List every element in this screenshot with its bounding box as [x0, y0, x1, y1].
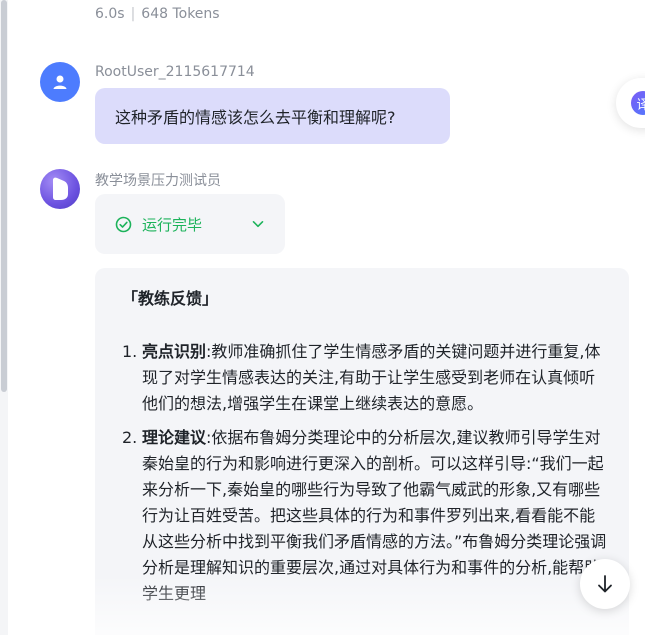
- bot-avatar: [40, 169, 80, 209]
- user-message-text: 这种矛盾的情感该怎么去平衡和理解呢?: [115, 108, 396, 127]
- feedback-list: 1. 亮点识别:教师准确抓住了学生情感矛盾的关键问题并进行重复,体现了对学生情感…: [122, 339, 607, 607]
- duration-text: 6.0s: [95, 6, 125, 22]
- run-status-dropdown[interactable]: 运行完毕: [95, 194, 285, 254]
- feedback-title: 「教练反馈」: [122, 289, 219, 308]
- feedback-item: 1. 亮点识别:教师准确抓住了学生情感矛盾的关键问题并进行重复,体现了对学生情感…: [122, 339, 607, 417]
- bot-logo-icon: [53, 177, 68, 200]
- scroll-to-bottom-button[interactable]: [580, 559, 630, 609]
- item-heading: 亮点识别: [142, 342, 207, 361]
- feedback-card: 「教练反馈」 1. 亮点识别:教师准确抓住了学生情感矛盾的关键问题并进行重复,体…: [95, 268, 629, 635]
- item-heading: 理论建议: [142, 428, 207, 447]
- check-circle-icon: [115, 216, 132, 232]
- user-name: RootUser_2115617714: [95, 64, 255, 80]
- item-number: 1.: [122, 342, 138, 361]
- arrow-down-icon: [598, 575, 612, 593]
- item-text: :教师准确抓住了学生情感矛盾的关键问题并进行重复,体现了对学生情感表达的关注,有…: [142, 342, 601, 413]
- item-number: 2.: [122, 428, 138, 447]
- translate-float-button[interactable]: 译: [616, 78, 645, 128]
- scrollbar-thumb[interactable]: [1, 0, 7, 392]
- translate-icon: 译: [631, 91, 645, 115]
- scrollbar-track[interactable]: [0, 0, 8, 635]
- chevron-down-icon: [252, 221, 264, 228]
- stats-separator: |: [130, 6, 136, 22]
- bot-name: 教学场景压力测试员: [95, 173, 221, 189]
- item-text: :依据布鲁姆分类理论中的分析层次,建议教师引导学生对秦始皇的行为和影响进行更深入…: [142, 428, 607, 603]
- user-avatar: [40, 62, 80, 102]
- person-icon: [53, 75, 67, 89]
- status-label: 运行完毕: [142, 215, 203, 234]
- user-message-bubble: 这种矛盾的情感该怎么去平衡和理解呢?: [95, 88, 450, 144]
- tokens-text: 648 Tokens: [141, 6, 220, 22]
- expand-toggle[interactable]: [251, 217, 265, 231]
- feedback-item: 2. 理论建议:依据布鲁姆分类理论中的分析层次,建议教师引导学生对秦始皇的行为和…: [122, 425, 607, 607]
- message-stats: 6.0s | 648 Tokens: [95, 6, 220, 22]
